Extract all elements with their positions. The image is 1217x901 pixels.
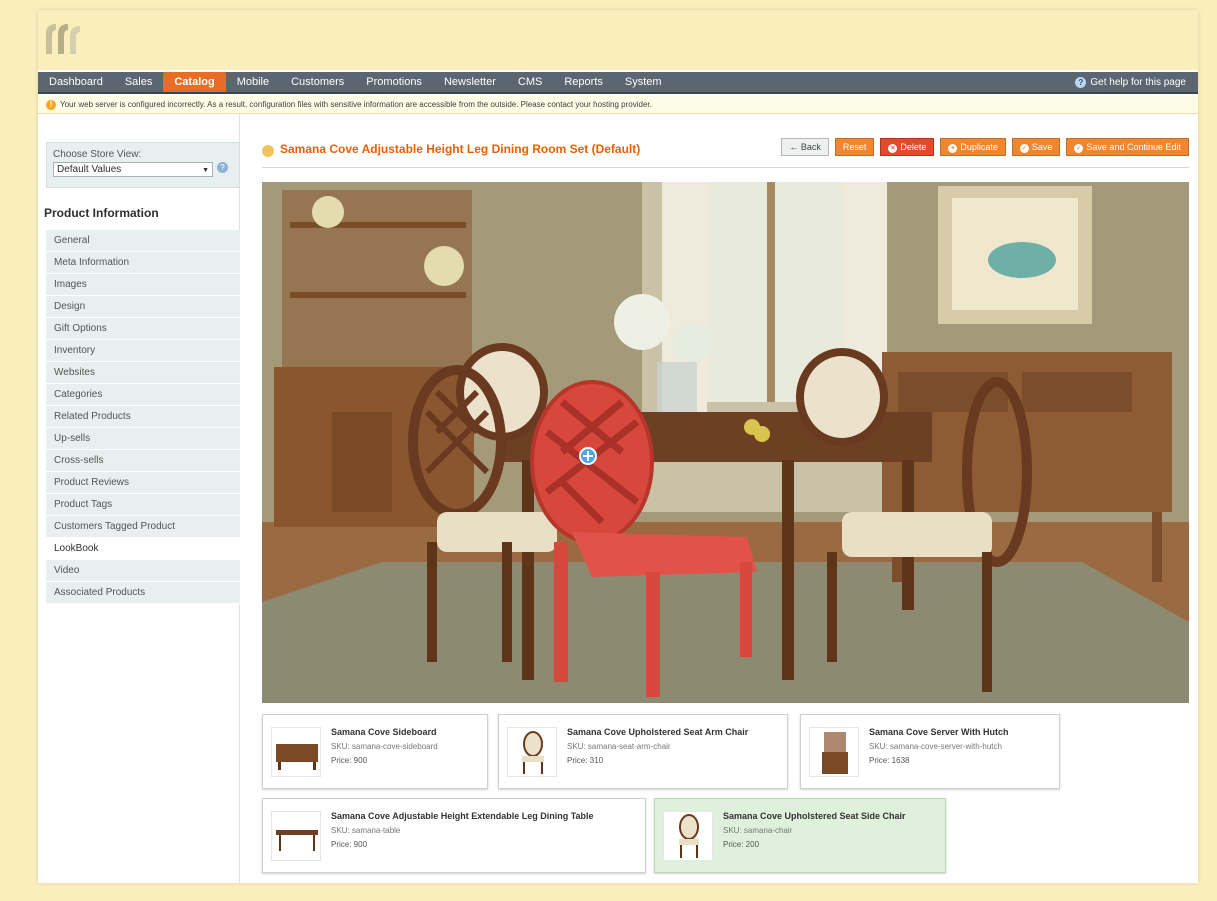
product-name: Samana Cove Sideboard xyxy=(331,727,437,737)
dining-room-scene[interactable] xyxy=(262,182,1189,703)
product-price: Price: 900 xyxy=(331,840,368,849)
tab-up-sells[interactable]: Up-sells xyxy=(46,428,240,450)
tab-inventory[interactable]: Inventory xyxy=(46,340,240,362)
product-sku: SKU: samana-cove-server-with-hutch xyxy=(869,742,1002,751)
lookbook-image[interactable] xyxy=(262,182,1189,703)
tab-meta-information[interactable]: Meta Information xyxy=(46,252,240,274)
product-name: Samana Cove Server With Hutch xyxy=(869,727,1009,737)
tab-websites[interactable]: Websites xyxy=(46,362,240,384)
product-card[interactable]: Samana Cove Server With Hutch SKU: samana… xyxy=(800,714,1060,789)
table-thumbnail xyxy=(271,811,321,861)
save-continue-button[interactable]: ✓ Save and Continue Edit xyxy=(1066,138,1189,156)
tab-general[interactable]: General xyxy=(46,230,240,252)
store-view-select[interactable]: Default Values ▼ xyxy=(53,162,213,177)
tab-gift-options[interactable]: Gift Options xyxy=(46,318,240,340)
product-sku: SKU: samana-seat-arm-chair xyxy=(567,742,671,751)
sideboard-thumbnail xyxy=(271,727,321,777)
tab-associated-products[interactable]: Associated Products xyxy=(46,582,240,604)
product-card[interactable]: Samana Cove Sideboard SKU: samana-cove-si… xyxy=(262,714,488,789)
nav-item-mobile[interactable]: Mobile xyxy=(226,72,280,92)
tab-categories[interactable]: Categories xyxy=(46,384,240,406)
sidebar: Choose Store View: Default Values ▼? Prod… xyxy=(38,114,240,883)
nav-item-dashboard[interactable]: Dashboard xyxy=(38,72,114,92)
product-card[interactable]: Samana Cove Adjustable Height Extendable… xyxy=(262,798,646,873)
product-icon xyxy=(262,145,274,157)
nav-item-promotions[interactable]: Promotions xyxy=(355,72,433,92)
help-link[interactable]: ? Get help for this page xyxy=(1075,72,1186,94)
nav-item-customers[interactable]: Customers xyxy=(280,72,355,92)
dropdown-arrow-icon: ▼ xyxy=(202,167,209,174)
armchair-thumbnail xyxy=(507,727,557,777)
tab-lookbook[interactable]: LookBook xyxy=(46,538,240,560)
main-nav: Dashboard Sales Catalog Mobile Customers Prom… xyxy=(38,72,1198,94)
product-tabs: General Meta Information Images Design Gift … xyxy=(46,230,240,604)
product-info-title: Product Information xyxy=(44,206,159,220)
page-title: Samana Cove Adjustable Height Leg Dining… xyxy=(280,142,641,156)
tab-design[interactable]: Design xyxy=(46,296,240,318)
product-name: Samana Cove Adjustable Height Extendable… xyxy=(331,811,594,821)
product-card[interactable]: Samana Cove Upholstered Seat Arm Chair SK… xyxy=(498,714,788,789)
delete-icon: × xyxy=(888,144,898,153)
tab-product-reviews[interactable]: Product Reviews xyxy=(46,472,240,494)
back-button[interactable]: ← Back xyxy=(781,138,829,156)
product-price: Price: 1638 xyxy=(869,756,910,765)
nav-item-cms[interactable]: CMS xyxy=(507,72,553,92)
help-icon: ? xyxy=(1075,77,1087,88)
tab-video[interactable]: Video xyxy=(46,560,240,582)
product-card[interactable]: Samana Cove Upholstered Seat Side Chair S… xyxy=(654,798,946,873)
tab-cross-sells[interactable]: Cross-sells xyxy=(46,450,240,472)
tab-related-products[interactable]: Related Products xyxy=(46,406,240,428)
product-price: Price: 200 xyxy=(723,840,760,849)
nav-item-reports[interactable]: Reports xyxy=(553,72,614,92)
nav-item-sales[interactable]: Sales xyxy=(114,72,164,92)
save-continue-icon: ✓ xyxy=(1074,144,1084,153)
info-icon[interactable]: ? xyxy=(217,162,228,173)
duplicate-icon: + xyxy=(948,144,958,153)
product-sku: SKU: samana-chair xyxy=(723,826,793,835)
product-sku: SKU: samana-cove-sideboard xyxy=(331,742,438,751)
sidechair-thumbnail xyxy=(663,811,713,861)
nav-item-catalog[interactable]: Catalog xyxy=(163,72,226,92)
save-button[interactable]: ✓ Save xyxy=(1011,138,1061,156)
admin-frame: Dashboard Sales Catalog Mobile Customers Prom… xyxy=(38,10,1198,883)
magento-logo-icon[interactable] xyxy=(40,20,84,60)
product-price: Price: 310 xyxy=(567,756,604,765)
store-switcher: Choose Store View: Default Values ▼? xyxy=(46,142,240,188)
store-label: Choose Store View: xyxy=(53,149,142,160)
product-name: Samana Cove Upholstered Seat Arm Chair xyxy=(567,727,749,737)
action-buttons: ← Back Reset × Delete + Duplicate ✓ Save ✓ S… xyxy=(781,138,1189,156)
config-warning: ! Your web server is configured incorrect… xyxy=(38,96,1198,114)
save-icon: ✓ xyxy=(1019,144,1029,153)
delete-button[interactable]: × Delete xyxy=(880,138,935,156)
nav-item-newsletter[interactable]: Newsletter xyxy=(433,72,507,92)
tab-images[interactable]: Images xyxy=(46,274,240,296)
duplicate-button[interactable]: + Duplicate xyxy=(940,138,1006,156)
title-row: Samana Cove Adjustable Height Leg Dining… xyxy=(262,138,1189,168)
product-sku: SKU: samana-table xyxy=(331,826,401,835)
header xyxy=(38,10,1198,70)
nav-item-system[interactable]: System xyxy=(614,72,673,92)
tab-customers-tagged-product[interactable]: Customers Tagged Product xyxy=(46,516,240,538)
product-price: Price: 900 xyxy=(331,756,368,765)
product-name: Samana Cove Upholstered Seat Side Chair xyxy=(723,811,906,821)
reset-button[interactable]: Reset xyxy=(834,138,875,156)
tab-product-tags[interactable]: Product Tags xyxy=(46,494,240,516)
hutch-thumbnail xyxy=(809,727,859,777)
warning-icon: ! xyxy=(46,99,56,110)
